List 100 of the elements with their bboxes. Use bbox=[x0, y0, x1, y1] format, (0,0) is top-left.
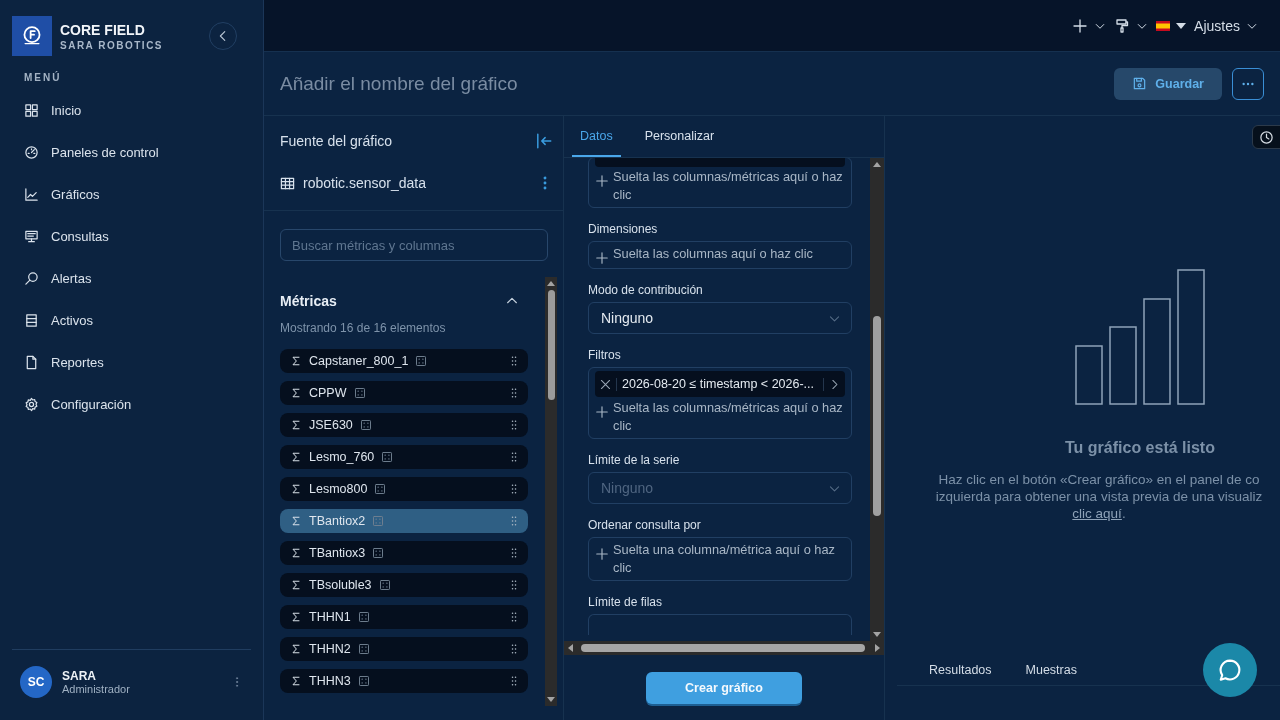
drop-zone[interactable]: Suelta las columnas/métricas aquí o haz clic bbox=[588, 158, 852, 208]
dataset-name: robotic.sensor_data bbox=[303, 175, 427, 191]
drop-zone[interactable]: Suelta las columnas aquí o haz clic bbox=[588, 241, 852, 269]
metric-item[interactable]: THHN2 bbox=[280, 637, 528, 661]
chart-name-field[interactable]: Añadir el nombre del gráfico bbox=[280, 72, 1105, 95]
metric-item[interactable]: THHN3 bbox=[280, 669, 528, 693]
paint-roller-icon bbox=[1114, 17, 1131, 34]
magnifier-icon bbox=[24, 270, 39, 286]
menu-item[interactable]: Reportes bbox=[0, 341, 263, 383]
drop-zone[interactable]: Suelta una columna/métrica aquí o haz clic bbox=[588, 537, 852, 581]
metric-item[interactable]: TBantiox3 bbox=[280, 541, 528, 565]
language-button[interactable] bbox=[1156, 20, 1187, 31]
bar-chart-icon bbox=[1075, 269, 1205, 405]
flag-icon bbox=[1156, 20, 1171, 31]
panel-title: Fuente del gráfico bbox=[280, 133, 393, 149]
item-count: Mostrando 16 de 16 elementos bbox=[280, 320, 447, 337]
sigma-icon bbox=[290, 451, 302, 463]
dropdown[interactable]: Ninguno bbox=[588, 302, 852, 334]
more-button[interactable] bbox=[1232, 67, 1264, 100]
search-field[interactable]: Buscar métricas y columnas bbox=[280, 229, 548, 261]
number-type-icon bbox=[357, 643, 370, 655]
metric-item[interactable]: Lesmo_760 bbox=[280, 445, 528, 469]
metric-item[interactable]: TBsoluble3 bbox=[280, 573, 528, 597]
menu-item[interactable]: Consultas bbox=[0, 215, 263, 257]
settings-icon bbox=[24, 396, 39, 412]
gauge-icon bbox=[24, 144, 39, 160]
close-icon bbox=[599, 377, 612, 391]
settings-menu-button[interactable]: Ajustes bbox=[1194, 17, 1258, 34]
metric-item[interactable]: THHN1 bbox=[280, 605, 528, 629]
number-type-icon bbox=[353, 387, 366, 399]
number-type-icon bbox=[374, 483, 387, 495]
sigma-icon bbox=[290, 547, 302, 559]
table-icon bbox=[280, 175, 295, 191]
metric-item[interactable]: Capstaner_800_1 bbox=[280, 349, 528, 373]
user-role: Administrador bbox=[62, 683, 130, 695]
metric-item[interactable]: TBantiox2 bbox=[280, 509, 528, 533]
menu-item[interactable]: Inicio bbox=[0, 89, 263, 131]
field-label: Ordenar consulta por bbox=[588, 517, 702, 534]
menu-item[interactable]: Activos bbox=[0, 299, 263, 341]
metric-item[interactable]: Lesmo800 bbox=[280, 477, 528, 501]
save-button[interactable]: Guardar bbox=[1114, 67, 1222, 100]
menu-heading: MENÚ bbox=[23, 70, 63, 85]
number-type-icon bbox=[372, 515, 385, 527]
tab[interactable]: Resultados bbox=[929, 663, 992, 677]
number-type-icon bbox=[378, 579, 391, 591]
sigma-icon bbox=[290, 515, 302, 527]
server-icon bbox=[24, 312, 39, 328]
number-type-icon bbox=[381, 451, 394, 463]
brand-title: CORE FIELD bbox=[60, 21, 146, 38]
menu-item[interactable]: Gráficos bbox=[0, 173, 263, 215]
metric-item[interactable]: JSE630 bbox=[280, 413, 528, 437]
sigma-icon bbox=[290, 675, 302, 687]
drop-zone[interactable]: 2026-08-20 ≤ timestamp < 2026-... Suelta las columnas/métricas aquí o haz clic bbox=[588, 367, 852, 439]
line-chart-icon bbox=[24, 186, 39, 202]
number-type-icon bbox=[415, 355, 428, 367]
collapse-left-icon bbox=[535, 132, 553, 150]
add-button[interactable] bbox=[1072, 17, 1107, 34]
field-label: Límite de la serie bbox=[588, 452, 681, 469]
section-title: Métricas bbox=[280, 293, 337, 309]
link[interactable]: clic aquí bbox=[1072, 506, 1122, 521]
caret-down-icon bbox=[1176, 22, 1187, 29]
menu-item[interactable]: Alertas bbox=[0, 257, 263, 299]
monitor-icon bbox=[24, 228, 39, 244]
plus-icon bbox=[595, 405, 609, 419]
collapse-panel-button[interactable] bbox=[535, 132, 553, 150]
sigma-icon bbox=[290, 387, 302, 399]
field-label: Límite de filas bbox=[588, 594, 664, 611]
tab[interactable]: Personalizar bbox=[636, 116, 723, 157]
tab[interactable]: Muestras bbox=[1025, 663, 1077, 677]
theme-button[interactable] bbox=[1114, 17, 1149, 34]
plus-icon bbox=[595, 251, 609, 265]
plus-icon bbox=[1072, 17, 1089, 34]
sigma-icon bbox=[290, 643, 302, 655]
menu-item[interactable]: Paneles de control bbox=[0, 131, 263, 173]
scrollbar[interactable] bbox=[870, 158, 884, 641]
field-label: Modo de contribución bbox=[588, 282, 704, 299]
sigma-icon bbox=[290, 355, 302, 367]
avatar: SC bbox=[20, 666, 52, 698]
horizontal-scrollbar[interactable] bbox=[564, 641, 884, 655]
chat-bubble-icon bbox=[1217, 657, 1243, 683]
menu-item[interactable]: Configuración bbox=[0, 383, 263, 425]
number-field[interactable] bbox=[588, 614, 852, 635]
logo-mark-icon bbox=[21, 25, 43, 47]
grid-icon bbox=[24, 102, 39, 118]
filter-chip[interactable]: 2026-08-20 ≤ timestamp < 2026-... bbox=[595, 371, 845, 397]
sigma-icon bbox=[290, 483, 302, 495]
plus-icon bbox=[595, 174, 609, 188]
history-button[interactable] bbox=[1252, 125, 1280, 149]
number-type-icon bbox=[359, 419, 372, 431]
empty-state-title: Tu gráfico está listo bbox=[1065, 439, 1215, 457]
user-name: SARA bbox=[62, 669, 97, 683]
chat-button[interactable] bbox=[1203, 643, 1257, 697]
metric-item[interactable]: CPPW bbox=[280, 381, 528, 405]
brand-subtitle: SARA ROBOTICS bbox=[60, 39, 164, 51]
sigma-icon bbox=[290, 611, 302, 623]
document-icon bbox=[24, 354, 39, 370]
scrollbar[interactable] bbox=[545, 277, 557, 706]
plus-icon bbox=[595, 547, 609, 561]
empty-state-text: Haz clic en el botón «Crear gráfico» en el panel de co izquierda para obtener una vista previa de una visualiz clic aquí. bbox=[934, 471, 1264, 522]
number-type-icon bbox=[372, 547, 385, 559]
